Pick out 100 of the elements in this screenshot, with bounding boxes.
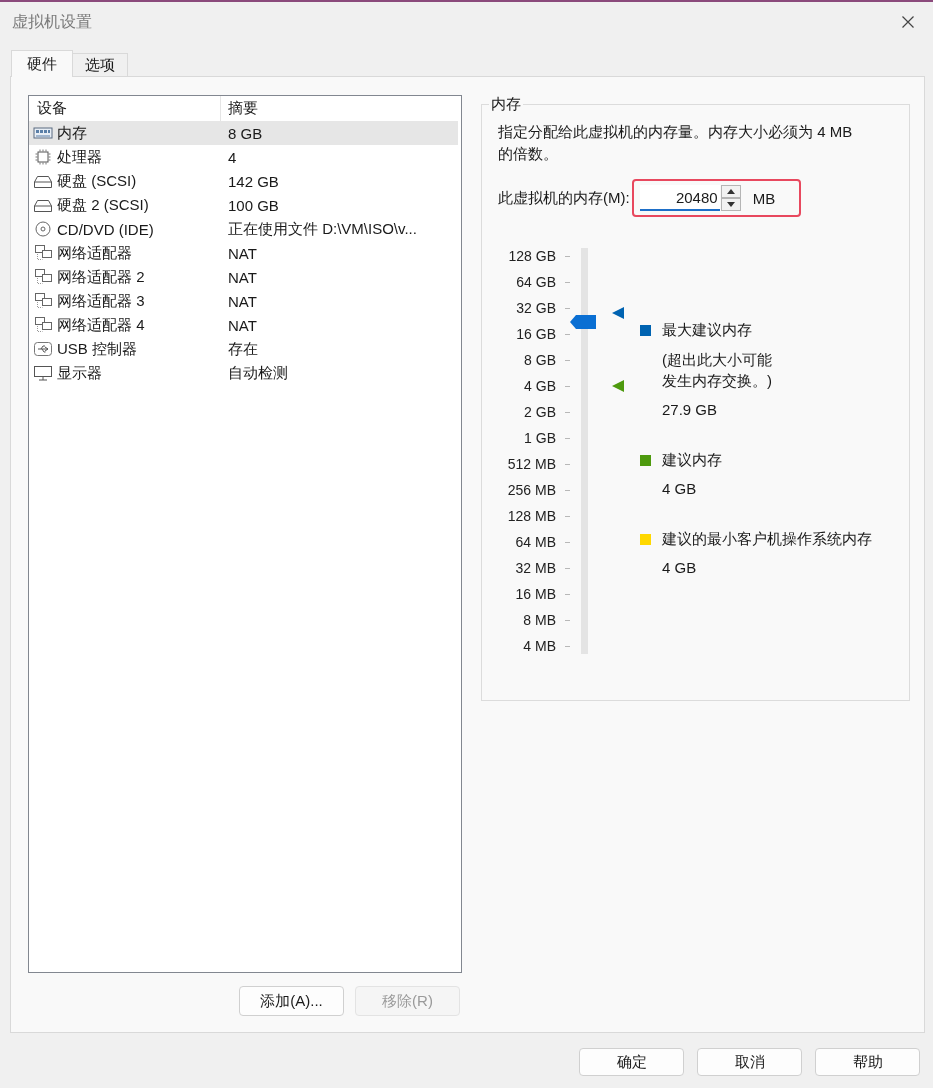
device-row[interactable]: 网络适配器 2 NAT	[29, 265, 458, 289]
tick-label: 8 GB	[523, 352, 556, 368]
legend-value: 4 GB	[662, 558, 698, 578]
device-name: 网络适配器 4	[57, 315, 145, 335]
usb-icon	[33, 341, 53, 357]
legend-label: 建议内存	[662, 450, 722, 470]
tick-mark	[565, 385, 570, 387]
device-name: 处理器	[57, 147, 102, 167]
device-summary: 正在使用文件 D:\VM\ISO\v...	[227, 219, 417, 239]
tick-mark	[565, 541, 570, 543]
chip-icon	[33, 149, 53, 165]
tick-mark	[565, 515, 570, 517]
tick-label: 4 GB	[523, 378, 556, 394]
cancel-button[interactable]: 取消	[697, 1048, 802, 1076]
tick-mark	[565, 619, 570, 621]
tick-mark	[565, 463, 570, 465]
device-name: CD/DVD (IDE)	[57, 220, 154, 238]
group-title: 内存	[490, 95, 522, 113]
device-summary: NAT	[227, 268, 257, 286]
memory-size-field[interactable]: 20480	[639, 185, 720, 211]
device-row[interactable]: CD/DVD (IDE) 正在使用文件 D:\VM\ISO\v...	[29, 217, 458, 241]
description-text: 指定分配给此虚拟机的内存量。内存大小必须为 4 MB 的倍数。	[498, 122, 854, 164]
device-name: 网络适配器 3	[57, 291, 145, 311]
down-caret-icon	[726, 202, 735, 207]
up-caret-icon	[726, 189, 735, 194]
disc-icon	[33, 221, 53, 237]
help-button[interactable]: 帮助	[815, 1048, 920, 1076]
device-summary: 4	[227, 148, 237, 166]
device-row[interactable]: 硬盘 2 (SCSI) 100 GB	[29, 193, 458, 217]
tick-mark	[565, 593, 570, 595]
hard-drive-icon	[33, 173, 53, 189]
ok-button[interactable]: 确定	[579, 1048, 684, 1076]
tick-label: 64 GB	[515, 274, 556, 290]
tick-label: 16 GB	[515, 326, 556, 342]
tick-mark	[565, 567, 570, 569]
device-row[interactable]: 显示器 自动检测	[29, 361, 458, 385]
tick-label: 8 MB	[522, 612, 556, 628]
legend-label: 最大建议内存	[662, 320, 752, 340]
tick-label: 4 MB	[522, 638, 556, 654]
tick-label: 2 GB	[523, 404, 556, 420]
tick-label: 64 MB	[514, 534, 556, 550]
spin-up-button[interactable]	[720, 185, 741, 198]
unit-label: MB	[752, 189, 776, 207]
window-title: 虚拟机设置	[12, 11, 92, 32]
device-summary: 100 GB	[227, 196, 279, 214]
memory-module-icon	[33, 125, 53, 141]
tick-mark	[565, 333, 570, 335]
two-monitors-icon	[33, 293, 53, 309]
slider-thumb[interactable]	[570, 315, 596, 330]
tick-label: 128 MB	[506, 508, 556, 524]
tick-mark	[565, 411, 570, 413]
device-row[interactable]: 网络适配器 NAT	[29, 241, 458, 265]
two-monitors-icon	[33, 317, 53, 333]
two-monitors-icon	[33, 269, 53, 285]
device-name: 网络适配器	[57, 243, 132, 263]
tick-label: 32 MB	[514, 560, 556, 576]
tick-label: 32 GB	[515, 300, 556, 316]
device-summary: 自动检测	[227, 363, 288, 383]
close-icon[interactable]	[902, 16, 914, 28]
device-summary: 142 GB	[227, 172, 279, 190]
device-name: 硬盘 2 (SCSI)	[57, 195, 149, 215]
tick-mark	[565, 307, 570, 309]
tick-mark	[565, 255, 570, 257]
device-summary: NAT	[227, 316, 257, 334]
tick-mark	[565, 359, 570, 361]
device-name: 硬盘 (SCSI)	[57, 171, 137, 191]
column-header[interactable]: 摘要	[221, 96, 461, 121]
device-row[interactable]: USB 控制器 存在	[29, 337, 458, 361]
monitor-icon	[33, 365, 53, 381]
legend-value: 27.9 GB	[662, 400, 719, 420]
device-summary: NAT	[227, 292, 257, 310]
tick-mark	[565, 489, 570, 491]
add-button[interactable]: 添加(A)...	[239, 986, 344, 1016]
legend-label: 建议的最小客户机操作系统内存	[662, 529, 872, 549]
device-row[interactable]: 硬盘 (SCSI) 142 GB	[29, 169, 458, 193]
tab[interactable]: 硬件	[11, 50, 73, 77]
device-name: 显示器	[57, 363, 102, 383]
device-name: 内存	[57, 123, 87, 143]
tab[interactable]: 选项	[72, 53, 128, 76]
tick-mark	[565, 645, 570, 647]
device-name: USB 控制器	[57, 339, 137, 359]
tick-mark	[565, 281, 570, 283]
spin-down-button[interactable]	[720, 198, 741, 211]
device-row[interactable]: 处理器 4	[29, 145, 458, 169]
legend-value: 4 GB	[662, 479, 698, 499]
device-name: 网络适配器 2	[57, 267, 145, 287]
tick-label: 16 MB	[514, 586, 556, 602]
hard-drive-icon	[33, 197, 53, 213]
tick-label: 256 MB	[506, 482, 556, 498]
tick-label: 128 GB	[507, 248, 556, 264]
two-monitors-icon	[33, 245, 53, 261]
device-summary: 8 GB	[227, 124, 263, 142]
tick-mark	[565, 437, 570, 439]
device-row[interactable]: 网络适配器 3 NAT	[29, 289, 458, 313]
device-summary: 存在	[227, 339, 258, 359]
device-row[interactable]: 网络适配器 4 NAT	[29, 313, 458, 337]
device-summary: NAT	[227, 244, 257, 262]
device-row[interactable]: 内存 8 GB	[29, 121, 458, 145]
memory-label: 此虚拟机的内存(M):	[498, 188, 630, 208]
tick-label: 1 GB	[523, 430, 556, 446]
